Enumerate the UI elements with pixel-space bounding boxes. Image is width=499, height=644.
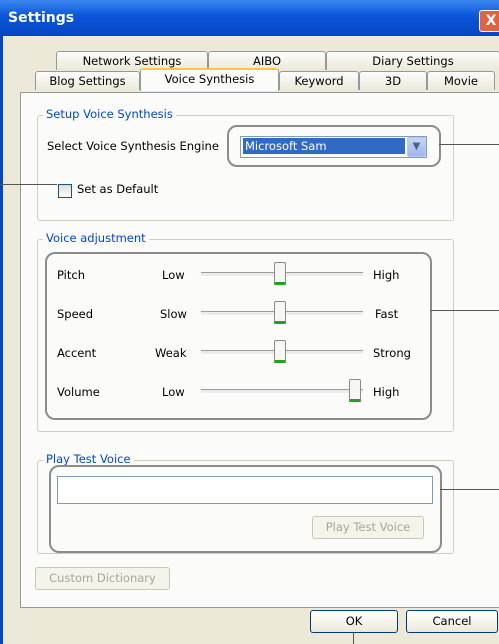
speed-label: Speed xyxy=(57,307,94,321)
play-test-voice-legend: Play Test Voice xyxy=(43,452,134,466)
set-default-checkbox[interactable] xyxy=(58,184,72,198)
pitch-low-label: Low xyxy=(162,268,185,282)
set-default-label: Set as Default xyxy=(77,182,159,196)
accent-high-label: Strong xyxy=(373,346,411,360)
engine-select-value: Microsoft Sam xyxy=(243,138,405,154)
tab-blog-settings[interactable]: Blog Settings xyxy=(35,71,140,90)
engine-callout-line xyxy=(439,144,499,145)
speed-slider-thumb[interactable] xyxy=(274,301,286,324)
accent-label: Accent xyxy=(57,346,97,360)
tab-3d[interactable]: 3D xyxy=(359,71,427,90)
settings-window: Settings X Network Settings AIBO Diary S… xyxy=(0,0,499,644)
speed-high-label: Fast xyxy=(375,307,399,321)
close-button[interactable]: X xyxy=(479,10,499,32)
chevron-down-icon[interactable]: ▼ xyxy=(407,137,426,157)
volume-label: Volume xyxy=(57,385,100,399)
volume-low-label: Low xyxy=(162,385,185,399)
custom-dictionary-button[interactable]: Custom Dictionary xyxy=(35,567,170,590)
pitch-high-label: High xyxy=(373,268,400,282)
window-border xyxy=(0,36,3,644)
test-voice-input[interactable] xyxy=(57,476,433,504)
setup-voice-synthesis-legend: Setup Voice Synthesis xyxy=(43,107,176,121)
window-title: Settings xyxy=(8,10,75,26)
volume-high-label: High xyxy=(373,385,400,399)
ok-callout-line xyxy=(353,633,354,644)
tab-voice-synthesis[interactable]: Voice Synthesis xyxy=(140,68,279,91)
tab-diary-settings[interactable]: Diary Settings xyxy=(326,51,499,70)
cancel-button[interactable]: Cancel xyxy=(406,610,498,633)
pitch-slider-thumb[interactable] xyxy=(274,262,286,285)
play-test-callout-line xyxy=(440,489,499,490)
tab-keyword[interactable]: Keyword xyxy=(279,71,359,90)
pitch-label: Pitch xyxy=(57,268,85,282)
accent-low-label: Weak xyxy=(155,346,187,360)
volume-slider-track[interactable] xyxy=(201,389,363,394)
title-bar xyxy=(0,0,499,36)
play-test-voice-button[interactable]: Play Test Voice xyxy=(312,516,424,539)
voice-adjustment-legend: Voice adjustment xyxy=(43,231,149,245)
ok-button[interactable]: OK xyxy=(310,610,398,633)
speed-low-label: Slow xyxy=(160,307,187,321)
default-callout-line xyxy=(0,184,57,185)
volume-slider-thumb[interactable] xyxy=(349,379,361,402)
accent-slider-thumb[interactable] xyxy=(274,340,286,363)
engine-label: Select Voice Synthesis Engine xyxy=(47,139,219,153)
tab-movie[interactable]: Movie xyxy=(427,71,495,90)
voice-adjustment-callout-line xyxy=(430,310,499,311)
